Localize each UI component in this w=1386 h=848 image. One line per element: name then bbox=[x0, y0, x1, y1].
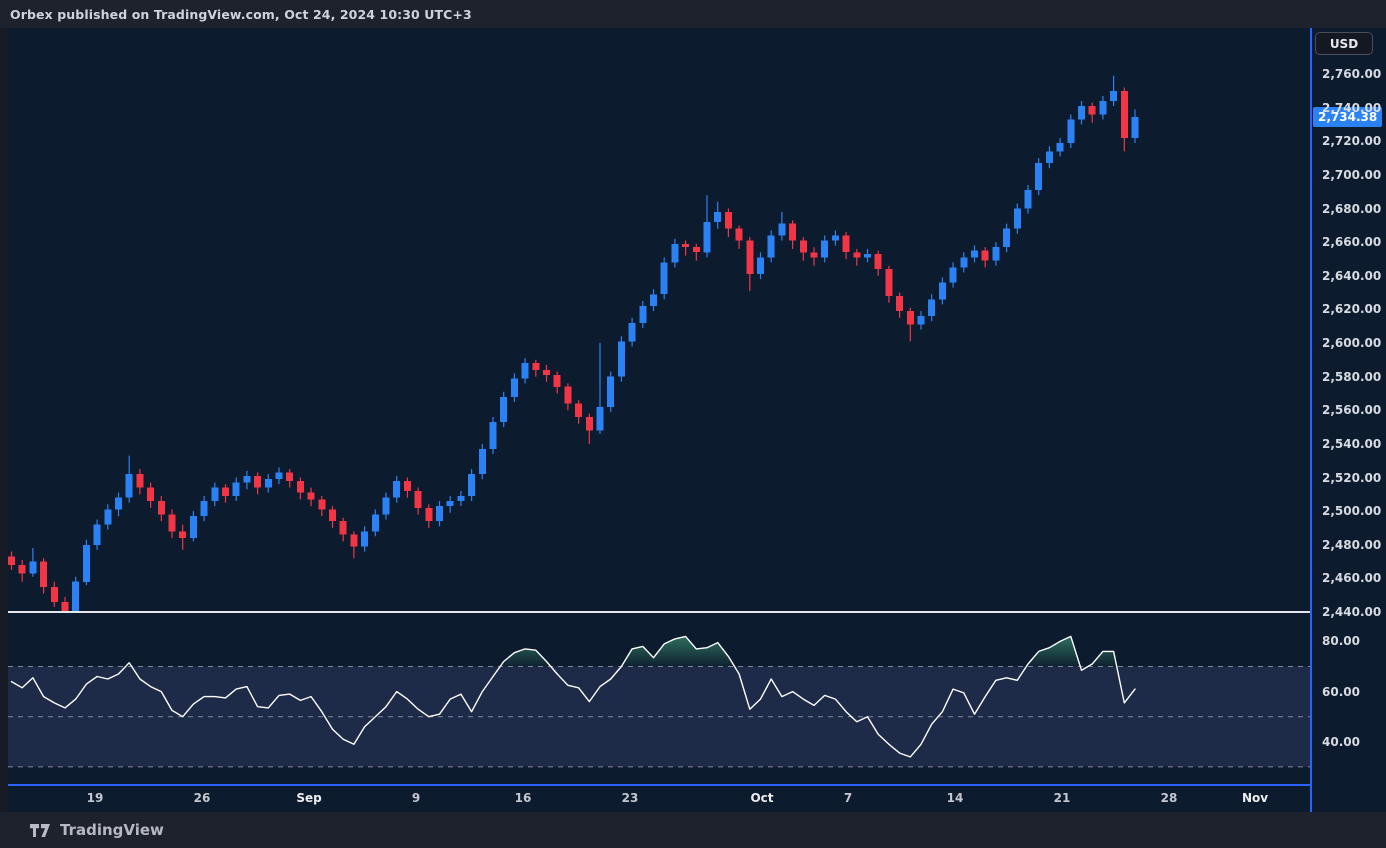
publish-banner-text: Orbex published on TradingView.com, Oct … bbox=[10, 7, 472, 22]
rsi-tick-label: 40.00 bbox=[1322, 735, 1360, 749]
candlestick-chart[interactable] bbox=[8, 28, 1310, 613]
price-tick-label: 2,440.00 bbox=[1322, 605, 1381, 619]
price-tick-label: 2,660.00 bbox=[1322, 235, 1381, 249]
currency-toggle-button[interactable]: USD bbox=[1315, 32, 1373, 55]
rsi-pane[interactable] bbox=[8, 613, 1310, 784]
price-tick-label: 2,740.00 bbox=[1322, 101, 1381, 115]
price-tick-label: 2,700.00 bbox=[1322, 168, 1381, 182]
time-tick-label: 21 bbox=[1054, 791, 1071, 805]
time-tick-label: 26 bbox=[194, 791, 211, 805]
price-tick-label: 2,460.00 bbox=[1322, 571, 1381, 585]
tradingview-brand-text[interactable]: TradingView bbox=[60, 821, 164, 839]
time-tick-label: 9 bbox=[412, 791, 420, 805]
price-tick-label: 2,600.00 bbox=[1322, 336, 1381, 350]
footer-bar: TradingView bbox=[0, 812, 1386, 848]
price-tick-label: 2,560.00 bbox=[1322, 403, 1381, 417]
price-pane[interactable] bbox=[8, 28, 1310, 613]
time-tick-label: 16 bbox=[515, 791, 532, 805]
rsi-tick-label: 60.00 bbox=[1322, 685, 1360, 699]
price-tick-label: 2,580.00 bbox=[1322, 370, 1381, 384]
price-axis[interactable]: USD 2,734.38 2,760.002,740.002,720.002,7… bbox=[1310, 28, 1386, 812]
time-tick-label: 7 bbox=[844, 791, 852, 805]
time-tick-label: 19 bbox=[87, 791, 104, 805]
tradingview-logo-icon[interactable] bbox=[30, 823, 52, 838]
price-tick-label: 2,640.00 bbox=[1322, 269, 1381, 283]
time-tick-label: Sep bbox=[296, 791, 321, 805]
publish-banner: Orbex published on TradingView.com, Oct … bbox=[0, 0, 1386, 28]
price-tick-label: 2,680.00 bbox=[1322, 202, 1381, 216]
price-tick-label: 2,480.00 bbox=[1322, 538, 1381, 552]
time-tick-label: 23 bbox=[622, 791, 639, 805]
time-tick-label: Nov bbox=[1242, 791, 1268, 805]
time-axis[interactable]: 19 26 Sep 9 16 23 Oct 7 14 21 28 Nov bbox=[8, 786, 1310, 812]
price-tick-label: 2,540.00 bbox=[1322, 437, 1381, 451]
price-tick-label: 2,720.00 bbox=[1322, 134, 1381, 148]
price-tick-label: 2,620.00 bbox=[1322, 302, 1381, 316]
price-tick-label: 2,520.00 bbox=[1322, 471, 1381, 485]
price-tick-label: 2,500.00 bbox=[1322, 504, 1381, 518]
time-tick-label: 14 bbox=[947, 791, 964, 805]
time-tick-label: 28 bbox=[1161, 791, 1178, 805]
rsi-tick-label: 80.00 bbox=[1322, 634, 1360, 648]
tradingview-published-chart: Orbex published on TradingView.com, Oct … bbox=[0, 0, 1386, 848]
rsi-indicator[interactable] bbox=[8, 613, 1310, 784]
time-tick-label: Oct bbox=[750, 791, 773, 805]
price-tick-label: 2,760.00 bbox=[1322, 67, 1381, 81]
